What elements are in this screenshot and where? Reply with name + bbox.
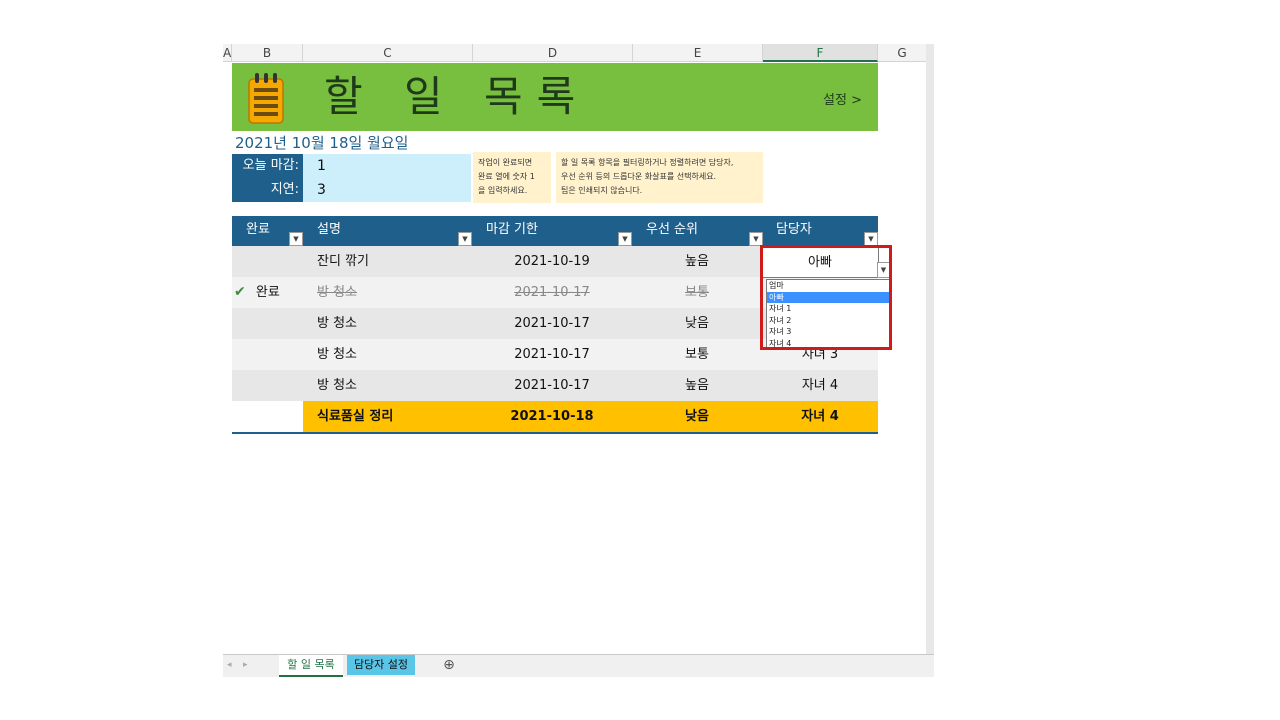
highlight-frame <box>760 245 892 350</box>
title-banner: 할 일 목록 설정 > <box>232 63 878 131</box>
col-header-e[interactable]: E <box>633 44 763 62</box>
cell-priority[interactable]: 낮음 <box>632 308 762 339</box>
tab-scroll-right-icon[interactable]: ▸ <box>243 655 248 675</box>
table-row[interactable]: 방 청소 2021-10-17 높음 자녀 4 <box>232 370 878 401</box>
done-label: 완료 <box>255 285 280 300</box>
today-due-value[interactable]: 1 <box>303 154 471 178</box>
header-owner: 담당자 <box>776 222 812 237</box>
today-due-label: 오늘 마감: <box>232 154 303 178</box>
sheet-tab-todo[interactable]: 할 일 목록 <box>279 655 343 677</box>
col-header-d[interactable]: D <box>473 44 633 62</box>
note-line: 작업이 완료되면 <box>478 158 533 167</box>
note-line: 팁은 인쇄되지 않습니다. <box>561 186 643 195</box>
current-date: 2021년 10월 18일 월요일 <box>235 134 409 152</box>
cell-due-date[interactable]: 2021-10-17 <box>472 370 632 401</box>
header-priority: 우선 순위 <box>646 222 698 237</box>
tip-note-complete: 작업이 완료되면 완료 열에 숫자 1 을 입력하세요. <box>473 152 551 203</box>
table-header: 완료 ▼ 설명 ▼ 마감 기한 ▼ 우선 순위 ▼ 담당자 ▼ <box>232 216 878 246</box>
col-header-c[interactable]: C <box>303 44 473 62</box>
cell-due-date[interactable]: 2021-10-19 <box>472 246 632 277</box>
note-line: 할 일 목록 항목을 필터링하거나 정렬하려면 담당자, <box>561 158 734 167</box>
filter-description-button[interactable]: ▼ <box>458 232 472 246</box>
page-title: 할 일 목록 <box>324 72 590 121</box>
cell-priority[interactable]: 보통 <box>632 277 762 308</box>
col-header-f[interactable]: F <box>763 44 878 62</box>
table-row-highlighted[interactable]: 식료품실 정리 2021-10-18 낮음 자녀 4 <box>232 401 878 434</box>
vertical-scrollbar[interactable] <box>926 44 934 654</box>
cell-priority[interactable]: 높음 <box>632 246 762 277</box>
cell-done[interactable]: ✔ 완료 <box>232 277 302 308</box>
cell-due-date[interactable]: 2021-10-17 <box>472 339 632 370</box>
note-line: 완료 열에 숫자 1 <box>478 172 535 181</box>
filter-done-button[interactable]: ▼ <box>289 232 303 246</box>
sheet-tab-owner-settings[interactable]: 담당자 설정 <box>347 655 415 675</box>
spreadsheet: A B C D E F G 할 일 목록 설정 > 2021년 10월 18일 … <box>223 44 934 676</box>
cell-due-date[interactable]: 2021-10-17 <box>472 308 632 339</box>
col-header-a[interactable]: A <box>223 44 232 62</box>
sheet-tab-bar: ◂ ▸ 할 일 목록 담당자 설정 ⊕ <box>223 654 934 677</box>
cell-owner[interactable]: 자녀 4 <box>762 370 878 401</box>
header-due-date: 마감 기한 <box>486 222 538 237</box>
tip-note-filter: 할 일 목록 항목을 필터링하거나 정렬하려면 담당자, 우선 순위 등의 드롭… <box>556 152 763 203</box>
note-line: 우선 순위 등의 드롭다운 화살표를 선택하세요. <box>561 172 717 181</box>
add-sheet-icon[interactable]: ⊕ <box>439 655 459 675</box>
cell-due-date[interactable]: 2021-10-18 <box>472 401 632 432</box>
cell-priority[interactable]: 높음 <box>632 370 762 401</box>
cell-priority[interactable]: 보통 <box>632 339 762 370</box>
header-description: 설명 <box>317 222 341 237</box>
filter-priority-button[interactable]: ▼ <box>749 232 763 246</box>
cell-due-date[interactable]: 2021-10-17 <box>472 277 632 308</box>
tab-scroll-left-icon[interactable]: ◂ <box>227 655 232 675</box>
late-value[interactable]: 3 <box>303 178 471 202</box>
filter-owner-button[interactable]: ▼ <box>864 232 878 246</box>
header-done: 완료 <box>246 222 270 237</box>
cell-owner[interactable]: 자녀 4 <box>762 401 878 432</box>
cell-priority[interactable]: 낮음 <box>632 401 762 432</box>
late-label: 지연: <box>232 178 303 202</box>
settings-link[interactable]: 설정 > <box>823 89 862 108</box>
col-header-g[interactable]: G <box>878 44 927 62</box>
checkmark-icon: ✔ <box>234 284 246 300</box>
col-header-b[interactable]: B <box>232 44 303 62</box>
note-line: 을 입력하세요. <box>478 186 528 195</box>
filter-due-date-button[interactable]: ▼ <box>618 232 632 246</box>
notepad-icon <box>248 73 284 124</box>
